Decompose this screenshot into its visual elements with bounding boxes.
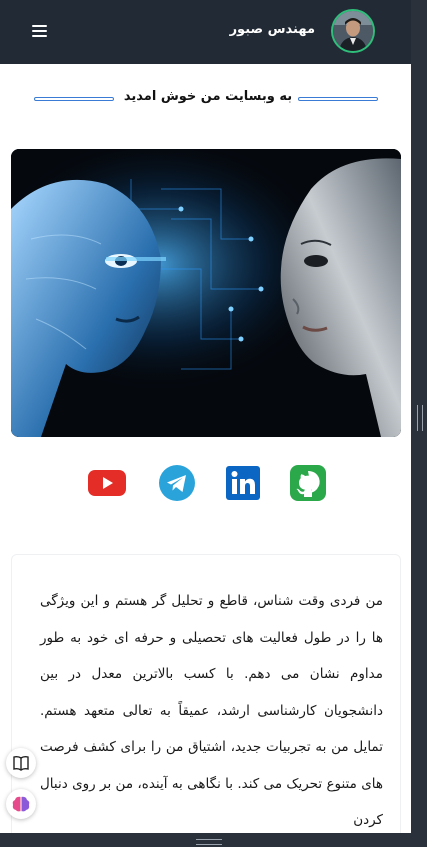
avatar[interactable] xyxy=(331,9,375,53)
welcome-heading-row: به وبسایت من خوش امدید xyxy=(0,88,411,110)
hero-image xyxy=(11,149,401,437)
brain-icon[interactable] xyxy=(6,789,36,819)
youtube-icon[interactable] xyxy=(88,464,126,502)
book-icon[interactable] xyxy=(6,748,36,778)
top-header: مهندس صبور xyxy=(0,0,411,64)
site-name[interactable]: مهندس صبور xyxy=(230,22,315,37)
heading-divider-right xyxy=(298,97,378,101)
linkedin-icon[interactable] xyxy=(224,464,262,502)
side-resize-handle[interactable] xyxy=(417,405,423,431)
bottom-resize-handle[interactable] xyxy=(196,839,222,845)
ai-faces-illustration-icon xyxy=(11,149,401,437)
heading-divider-left xyxy=(34,97,114,101)
social-links xyxy=(0,464,411,504)
github-icon[interactable] xyxy=(289,464,327,502)
bio-card: من فردی وقت شناس، قاطع و تحلیل گر هستم و… xyxy=(11,554,401,833)
main-content: به وبسایت من خوش امدید من فردی وقت شناس،… xyxy=(0,64,411,833)
welcome-title: به وبسایت من خوش امدید xyxy=(123,89,293,104)
hamburger-menu-icon[interactable] xyxy=(32,23,48,39)
profile-photo-icon xyxy=(333,11,373,51)
telegram-icon[interactable] xyxy=(158,464,196,502)
bio-text: من فردی وقت شناس، قاطع و تحلیل گر هستم و… xyxy=(40,593,383,828)
